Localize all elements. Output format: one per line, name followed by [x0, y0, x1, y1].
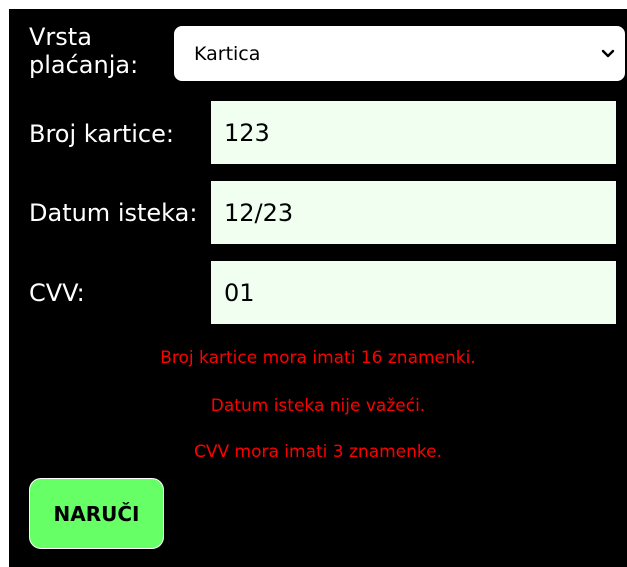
payment-type-value: Kartica: [194, 42, 261, 65]
cvv-label: CVV:: [29, 279, 85, 307]
payment-form: Vrsta plaćanja: Kartica Broj kartice: 12…: [9, 9, 627, 567]
expiry-date-label: Datum isteka:: [29, 199, 198, 227]
order-button[interactable]: NARUČI: [29, 478, 164, 549]
cvv-error: CVV mora imati 3 znamenke.: [193, 442, 443, 462]
cvv-value: 01: [224, 278, 255, 307]
card-number-value: 123: [224, 118, 270, 147]
expiry-date-value: 12/23: [224, 198, 294, 227]
chevron-down-icon: [601, 49, 615, 57]
card-number-input[interactable]: 123: [211, 101, 616, 164]
payment-type-label: Vrsta plaćanja:: [29, 23, 139, 79]
card-number-error: Broj kartice mora imati 16 znamenki.: [160, 348, 476, 368]
expiry-date-input[interactable]: 12/23: [211, 181, 616, 244]
order-button-label: NARUČI: [53, 501, 140, 526]
expiry-date-error: Datum isteka nije važeći.: [210, 396, 426, 416]
card-number-label: Broj kartice:: [29, 120, 174, 148]
cvv-input[interactable]: 01: [211, 261, 616, 324]
payment-type-select[interactable]: Kartica: [174, 26, 625, 81]
